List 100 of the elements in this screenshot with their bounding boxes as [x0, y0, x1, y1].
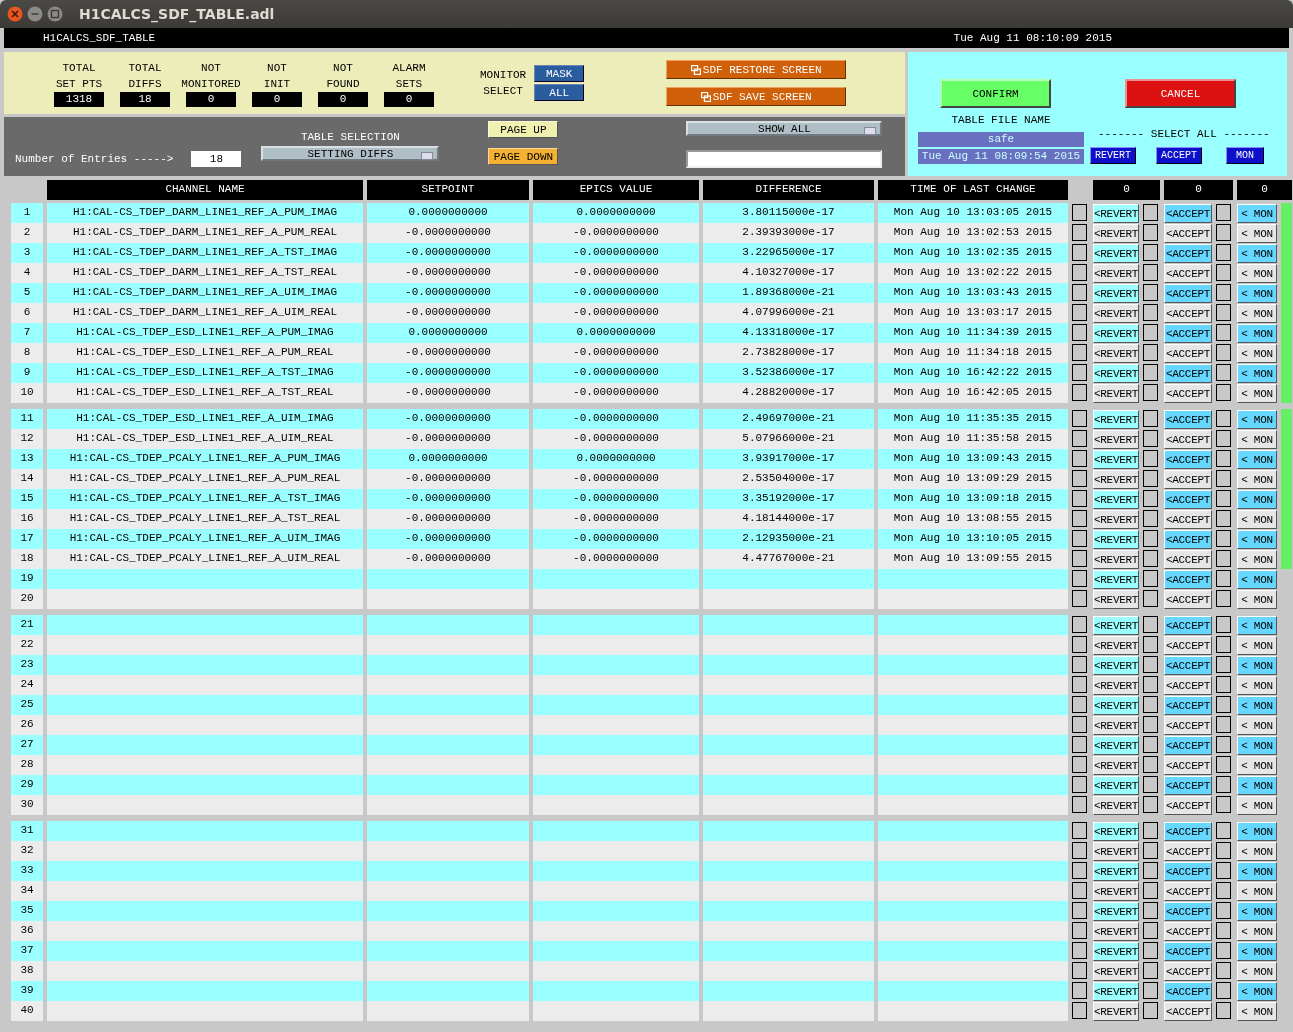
monitor-button[interactable]: < MON	[1237, 696, 1277, 715]
revert-button[interactable]: <REVERT	[1093, 364, 1139, 383]
checkbox[interactable]	[1216, 304, 1231, 321]
accept-button[interactable]: <ACCEPT	[1164, 656, 1212, 675]
revert-button[interactable]: <REVERT	[1093, 882, 1139, 901]
checkbox[interactable]	[1143, 796, 1158, 813]
monitor-button[interactable]: < MON	[1237, 284, 1277, 303]
monitor-button[interactable]: < MON	[1237, 304, 1277, 323]
checkbox[interactable]	[1216, 430, 1231, 447]
checkbox[interactable]	[1072, 982, 1087, 999]
revert-button[interactable]: <REVERT	[1093, 304, 1139, 323]
table-selection-dropdown[interactable]: SETTING DIFFS	[261, 146, 440, 161]
checkbox[interactable]	[1072, 430, 1087, 447]
checkbox[interactable]	[1216, 490, 1231, 507]
accept-button[interactable]: <ACCEPT	[1164, 284, 1212, 303]
monitor-button[interactable]: < MON	[1237, 736, 1277, 755]
page-down-button[interactable]: PAGE DOWN	[488, 148, 559, 165]
checkbox[interactable]	[1072, 570, 1087, 587]
checkbox[interactable]	[1216, 796, 1231, 813]
checkbox[interactable]	[1143, 384, 1158, 401]
maximize-icon[interactable]	[47, 6, 63, 22]
checkbox[interactable]	[1143, 822, 1158, 839]
checkbox[interactable]	[1143, 962, 1158, 979]
checkbox[interactable]	[1143, 776, 1158, 793]
checkbox[interactable]	[1216, 344, 1231, 361]
entries-field[interactable]: 18	[191, 151, 242, 167]
monitor-button[interactable]: < MON	[1237, 776, 1277, 795]
revert-button[interactable]: <REVERT	[1093, 224, 1139, 243]
revert-button[interactable]: <REVERT	[1093, 902, 1139, 921]
accept-button[interactable]: <ACCEPT	[1164, 324, 1212, 343]
checkbox[interactable]	[1216, 616, 1231, 633]
accept-button[interactable]: <ACCEPT	[1164, 756, 1212, 775]
checkbox[interactable]	[1072, 616, 1087, 633]
cancel-button[interactable]: CANCEL	[1125, 79, 1236, 108]
revert-button[interactable]: <REVERT	[1093, 696, 1139, 715]
checkbox[interactable]	[1072, 344, 1087, 361]
accept-button[interactable]: <ACCEPT	[1164, 716, 1212, 735]
revert-button[interactable]: <REVERT	[1093, 982, 1139, 1001]
checkbox[interactable]	[1072, 756, 1087, 773]
checkbox[interactable]	[1072, 962, 1087, 979]
monitor-button[interactable]: < MON	[1237, 344, 1277, 363]
checkbox[interactable]	[1143, 842, 1158, 859]
accept-button[interactable]: <ACCEPT	[1164, 736, 1212, 755]
checkbox[interactable]	[1216, 822, 1231, 839]
checkbox[interactable]	[1072, 676, 1087, 693]
revert-button[interactable]: <REVERT	[1093, 1002, 1139, 1021]
revert-button[interactable]: <REVERT	[1093, 590, 1139, 609]
checkbox[interactable]	[1216, 962, 1231, 979]
checkbox[interactable]	[1143, 264, 1158, 281]
monitor-button[interactable]: < MON	[1237, 570, 1277, 589]
checkbox[interactable]	[1216, 384, 1231, 401]
checkbox[interactable]	[1216, 696, 1231, 713]
checkbox[interactable]	[1143, 364, 1158, 381]
monitor-button[interactable]: < MON	[1237, 364, 1277, 383]
checkbox[interactable]	[1143, 204, 1158, 221]
checkbox[interactable]	[1216, 510, 1231, 527]
accept-button[interactable]: <ACCEPT	[1164, 450, 1212, 469]
page-up-button[interactable]: PAGE UP	[488, 121, 559, 138]
monitor-button[interactable]: < MON	[1237, 590, 1277, 609]
confirm-button[interactable]: CONFIRM	[940, 79, 1051, 108]
checkbox[interactable]	[1143, 636, 1158, 653]
checkbox[interactable]	[1072, 796, 1087, 813]
accept-button[interactable]: <ACCEPT	[1164, 204, 1212, 223]
select-all-button[interactable]: MON	[1226, 147, 1264, 164]
revert-button[interactable]: <REVERT	[1093, 676, 1139, 695]
close-icon[interactable]	[7, 6, 23, 22]
revert-button[interactable]: <REVERT	[1093, 922, 1139, 941]
revert-button[interactable]: <REVERT	[1093, 776, 1139, 795]
revert-button[interactable]: <REVERT	[1093, 962, 1139, 981]
checkbox[interactable]	[1072, 224, 1087, 241]
revert-button[interactable]: <REVERT	[1093, 450, 1139, 469]
checkbox[interactable]	[1072, 324, 1087, 341]
monitor-button[interactable]: < MON	[1237, 942, 1277, 961]
monitor-button[interactable]: < MON	[1237, 244, 1277, 263]
checkbox[interactable]	[1143, 616, 1158, 633]
accept-button[interactable]: <ACCEPT	[1164, 882, 1212, 901]
accept-button[interactable]: <ACCEPT	[1164, 344, 1212, 363]
monitor-button[interactable]: < MON	[1237, 962, 1277, 981]
accept-button[interactable]: <ACCEPT	[1164, 842, 1212, 861]
monitor-button[interactable]: < MON	[1237, 922, 1277, 941]
monitor-button[interactable]: < MON	[1237, 264, 1277, 283]
checkbox[interactable]	[1072, 822, 1087, 839]
checkbox[interactable]	[1216, 756, 1231, 773]
monitor-button[interactable]: < MON	[1237, 470, 1277, 489]
accept-button[interactable]: <ACCEPT	[1164, 636, 1212, 655]
checkbox[interactable]	[1072, 384, 1087, 401]
select-all-button[interactable]: REVERT	[1090, 147, 1136, 164]
monitor-button[interactable]: < MON	[1237, 530, 1277, 549]
checkbox[interactable]	[1143, 902, 1158, 919]
checkbox[interactable]	[1216, 842, 1231, 859]
checkbox[interactable]	[1216, 922, 1231, 939]
accept-button[interactable]: <ACCEPT	[1164, 224, 1212, 243]
monitor-button[interactable]: < MON	[1237, 510, 1277, 529]
monitor-button[interactable]: < MON	[1237, 982, 1277, 1001]
checkbox[interactable]	[1216, 942, 1231, 959]
monitor-button[interactable]: < MON	[1237, 616, 1277, 635]
accept-button[interactable]: <ACCEPT	[1164, 430, 1212, 449]
monitor-button[interactable]: < MON	[1237, 450, 1277, 469]
monitor-button[interactable]: < MON	[1237, 656, 1277, 675]
monitor-button[interactable]: < MON	[1237, 822, 1277, 841]
